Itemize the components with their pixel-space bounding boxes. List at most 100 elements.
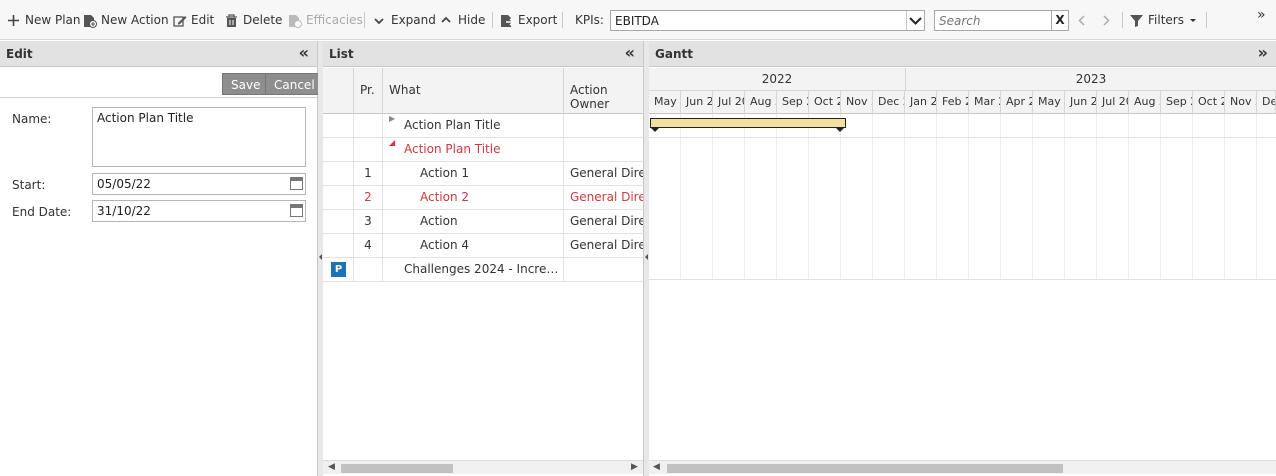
table-row[interactable]: P Challenges 2024 - Increasing r... xyxy=(323,258,644,282)
table-row[interactable]: 2 Action 2 General Director xyxy=(323,186,644,210)
table-row[interactable]: ▶ Action Plan Title xyxy=(323,114,644,138)
toolbar-divider xyxy=(492,12,493,28)
column-header-what-label: What xyxy=(389,83,421,97)
gantt-month-header: Nov 2 xyxy=(841,91,873,114)
list-scroll-thumb[interactable] xyxy=(341,464,453,473)
gantt-panel-title: Gantt xyxy=(655,47,693,61)
gantt-panel: Gantt » 2022 2023 May 2Jun 2Jul 20Aug 2S… xyxy=(649,41,1276,476)
row-what[interactable]: Action Plan Title xyxy=(404,138,561,162)
column-header-what[interactable]: What xyxy=(383,68,564,114)
edit-button[interactable]: Edit xyxy=(173,11,214,29)
column-header-owner-label: Action Owner xyxy=(570,83,610,111)
gantt-scroll-thumb[interactable] xyxy=(667,464,1063,473)
gantt-month-header: Jul 20 xyxy=(713,91,745,114)
expand-gantt-panel-button[interactable]: » xyxy=(1258,44,1268,62)
row-owner: General Director xyxy=(570,238,643,252)
table-row[interactable]: ◢ Action Plan Title xyxy=(323,138,644,162)
expand-row-icon[interactable]: ▶ xyxy=(389,114,395,123)
row-priority: 3 xyxy=(354,210,383,234)
gantt-month-header: May 2 xyxy=(649,91,681,114)
scroll-right-arrow[interactable]: ▶ xyxy=(631,462,638,472)
table-row[interactable]: 3 Action General Director xyxy=(323,210,644,234)
scroll-left-arrow[interactable]: ◀ xyxy=(328,462,335,472)
start-date-field[interactable]: 05/05/22 xyxy=(92,173,306,195)
table-row[interactable]: 1 Action 1 General Director xyxy=(323,162,644,186)
collapse-edit-panel-button[interactable]: « xyxy=(299,44,309,62)
toolbar-divider xyxy=(1122,12,1123,28)
row-what[interactable]: Action 4 xyxy=(420,234,561,258)
table-row[interactable]: 4 Action 4 General Director xyxy=(323,234,644,258)
gantt-grid-line xyxy=(1160,114,1161,280)
start-date-value: 05/05/22 xyxy=(97,177,151,191)
calendar-icon[interactable] xyxy=(290,204,303,217)
row-what[interactable]: Action Plan Title xyxy=(404,114,561,138)
gantt-horizontal-scrollbar[interactable]: ◀ xyxy=(649,460,1276,474)
search-input[interactable] xyxy=(935,11,1049,30)
gantt-year-header: 2022 xyxy=(649,68,906,91)
new-plan-label: New Plan xyxy=(25,13,81,27)
column-header-owner[interactable]: Action Owner xyxy=(564,68,644,114)
trash-icon xyxy=(225,13,238,27)
column-header-priority[interactable]: Pr. xyxy=(354,68,383,114)
export-label: Export xyxy=(518,13,558,27)
hide-button[interactable]: Hide xyxy=(440,11,485,29)
gantt-month-header: Feb 2 xyxy=(937,91,969,114)
row-what[interactable]: Action xyxy=(420,210,561,234)
toolbar-divider xyxy=(562,12,563,28)
cancel-button[interactable]: Cancel xyxy=(265,73,324,95)
row-priority xyxy=(354,258,383,282)
gantt-grid-line xyxy=(904,114,905,280)
row-priority: 2 xyxy=(354,186,383,210)
list-panel: List « Pr. What Action Owner ▶ Action Pla… xyxy=(323,41,644,476)
collapse-row-icon[interactable]: ◢ xyxy=(389,138,395,147)
save-button[interactable]: Save xyxy=(222,73,270,95)
next-button[interactable] xyxy=(1100,11,1113,29)
toolbar-divider xyxy=(1206,12,1207,28)
gantt-month-header: Dec 2 xyxy=(873,91,905,114)
kpi-select[interactable]: EBITDA xyxy=(610,10,925,31)
edit-panel-title: Edit xyxy=(6,47,33,61)
gantt-month-header: Oct 2 xyxy=(1193,91,1225,114)
gantt-grid-line xyxy=(1032,114,1033,280)
cell-divider xyxy=(563,138,564,162)
collapse-list-panel-button[interactable]: « xyxy=(625,44,635,62)
gantt-grid-line xyxy=(936,114,937,280)
row-icon-cell: P xyxy=(323,258,354,282)
column-header-icon xyxy=(323,68,354,114)
expand-button[interactable]: Expand xyxy=(373,11,436,29)
export-button[interactable]: Export xyxy=(500,11,557,29)
gantt-month-header: Sep 2 xyxy=(777,91,809,114)
gantt-grid-line xyxy=(1096,114,1097,280)
row-what[interactable]: Challenges 2024 - Increasing r... xyxy=(404,258,561,282)
edit-divider xyxy=(0,97,317,98)
export-icon xyxy=(500,14,514,27)
caret-down-icon xyxy=(1189,14,1197,27)
new-plan-button[interactable]: New Plan xyxy=(7,11,81,29)
efficacies-button[interactable]: Efficacies xyxy=(288,11,363,29)
scroll-left-arrow[interactable]: ◀ xyxy=(653,462,660,472)
hide-label: Hide xyxy=(458,13,486,27)
edit-panel-header: Edit « xyxy=(0,41,317,67)
delete-button[interactable]: Delete xyxy=(225,11,282,29)
calendar-icon[interactable] xyxy=(290,177,303,190)
search-box xyxy=(934,10,1052,31)
row-what[interactable]: Action 1 xyxy=(420,162,561,186)
efficacies-label: Efficacies xyxy=(306,13,363,27)
gantt-panel-header: Gantt » xyxy=(649,41,1276,67)
gantt-month-header: Aug 2 xyxy=(1129,91,1161,114)
filters-button[interactable]: Filters xyxy=(1130,11,1197,29)
list-horizontal-scrollbar[interactable]: ◀ ▶ xyxy=(323,460,643,474)
cell-divider xyxy=(563,234,564,258)
clear-search-button[interactable]: X xyxy=(1052,10,1069,31)
end-date-field[interactable]: 31/10/22 xyxy=(92,200,306,222)
chevron-down-icon[interactable] xyxy=(906,11,924,30)
prev-button[interactable] xyxy=(1076,11,1089,29)
toolbar-overflow-button[interactable]: » xyxy=(1257,6,1266,24)
gantt-grid-line xyxy=(968,114,969,280)
name-field[interactable]: Action Plan Title xyxy=(92,107,306,167)
toolbar: New Plan New Action Edit Delete Efficaci… xyxy=(0,0,1276,40)
row-priority xyxy=(354,138,383,162)
new-action-button[interactable]: New Action xyxy=(83,11,169,29)
row-what[interactable]: Action 2 xyxy=(420,186,561,210)
gantt-grid-line xyxy=(1000,114,1001,280)
